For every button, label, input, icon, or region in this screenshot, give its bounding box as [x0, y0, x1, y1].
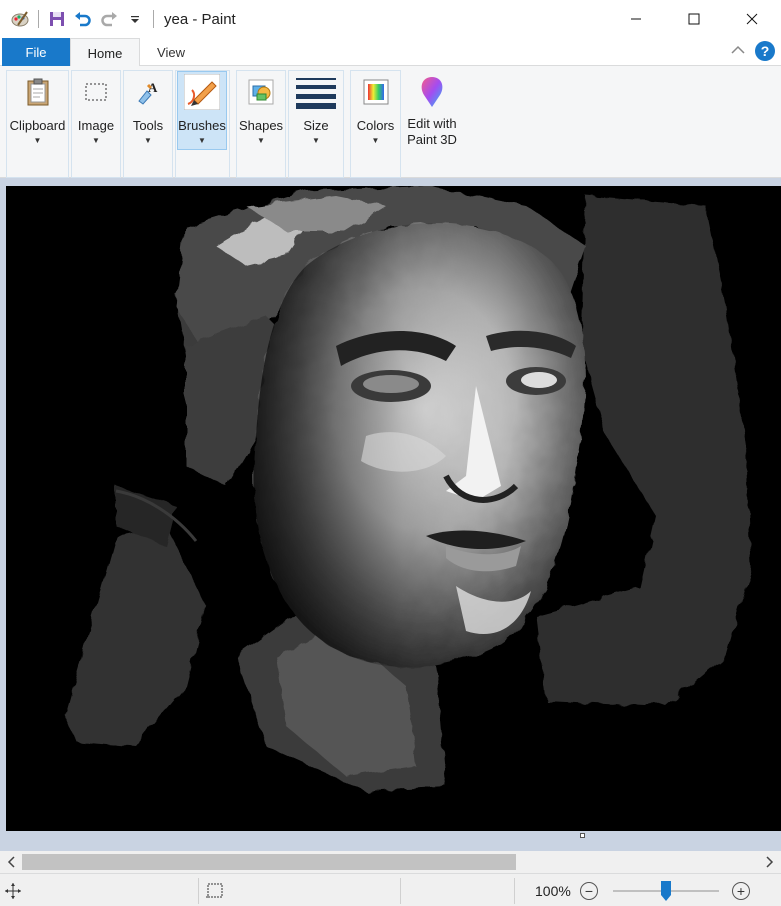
paint3d-icon — [414, 74, 450, 110]
collapse-ribbon-icon[interactable] — [731, 44, 745, 58]
minimize-button[interactable] — [607, 0, 665, 38]
zoom-in-icon: + — [732, 881, 750, 900]
colors-label: Colors — [356, 118, 395, 133]
scrollbar-thumb[interactable] — [22, 854, 516, 870]
size-icon — [295, 74, 337, 110]
selection-size-icon — [205, 874, 225, 906]
zoom-slider-thumb[interactable] — [660, 880, 672, 902]
clipboard-label: Clipboard — [9, 118, 66, 133]
customize-icon[interactable] — [123, 7, 147, 31]
zoom-out-button[interactable]: − — [580, 874, 598, 906]
status-divider — [198, 878, 199, 904]
tools-label: Tools — [132, 118, 164, 133]
colors-button[interactable]: Colors ▼ — [350, 70, 401, 145]
cursor-position-icon — [4, 874, 22, 906]
horizontal-scrollbar[interactable] — [0, 851, 781, 873]
edit3d-label-line2: Paint 3D — [407, 132, 457, 147]
tab-home[interactable]: Home — [70, 38, 140, 67]
shapes-button[interactable]: Shapes ▼ — [236, 70, 286, 145]
chevron-down-icon: ▼ — [92, 136, 100, 145]
clipboard-button[interactable]: Clipboard ▼ — [6, 70, 69, 145]
toolbar-separator — [153, 10, 154, 28]
shapes-icon — [243, 74, 279, 110]
zoom-out-icon: − — [580, 881, 598, 900]
ribbon-tabs: File Home View ? — [0, 38, 781, 67]
status-divider — [400, 878, 401, 904]
select-icon — [78, 74, 114, 110]
brush-icon — [184, 74, 220, 110]
help-icon[interactable]: ? — [755, 41, 775, 61]
paint-app-icon[interactable] — [8, 7, 32, 31]
chevron-down-icon: ▼ — [312, 136, 320, 145]
size-button[interactable]: Size ▼ — [288, 70, 344, 145]
maximize-button[interactable] — [665, 0, 723, 38]
clipboard-icon — [20, 74, 56, 110]
window-controls — [607, 0, 781, 38]
tab-view[interactable]: View — [140, 38, 202, 66]
toolbar-separator — [38, 10, 39, 28]
tab-file[interactable]: File — [2, 38, 70, 66]
chevron-down-icon: ▼ — [144, 136, 152, 145]
redo-icon[interactable] — [97, 7, 121, 31]
zoom-level-text: 100% — [535, 874, 571, 906]
scroll-left-icon[interactable] — [0, 851, 22, 873]
edit-with-paint3d-button[interactable]: Edit with Paint 3D — [403, 70, 461, 148]
scroll-right-icon[interactable] — [759, 851, 781, 873]
image-button[interactable]: Image ▼ — [71, 70, 121, 145]
save-icon[interactable] — [45, 7, 69, 31]
tools-icon: A — [130, 74, 166, 110]
brushes-button[interactable]: Brushes ▼ — [177, 70, 227, 145]
chevron-down-icon: ▼ — [198, 136, 206, 145]
zoom-in-button[interactable]: + — [732, 874, 750, 906]
status-bar: 100% − + — [0, 873, 781, 906]
canvas-resize-handle[interactable] — [580, 833, 585, 838]
zoom-percentage: 100% — [535, 882, 571, 899]
chevron-down-icon: ▼ — [33, 136, 42, 145]
window-title: yea - Paint — [164, 10, 236, 28]
undo-icon[interactable] — [71, 7, 95, 31]
ribbon-right-controls: ? — [731, 41, 775, 61]
tools-button[interactable]: A Tools ▼ — [123, 70, 173, 145]
chevron-down-icon: ▼ — [257, 136, 265, 145]
brushes-label: Brushes — [178, 118, 226, 133]
close-button[interactable] — [723, 0, 781, 38]
title-bar: yea - Paint — [0, 0, 781, 38]
image-label: Image — [77, 118, 115, 133]
drawing-canvas[interactable] — [6, 186, 781, 831]
artwork-painting — [66, 186, 751, 791]
size-label: Size — [303, 118, 329, 133]
status-divider — [514, 878, 515, 904]
edit3d-label-line1: Edit with — [407, 116, 457, 131]
canvas-workspace — [0, 178, 781, 851]
chevron-down-icon: ▼ — [371, 136, 380, 145]
shapes-label: Shapes — [238, 118, 284, 133]
quick-access-toolbar: yea - Paint — [0, 0, 236, 38]
colors-icon — [358, 74, 394, 110]
